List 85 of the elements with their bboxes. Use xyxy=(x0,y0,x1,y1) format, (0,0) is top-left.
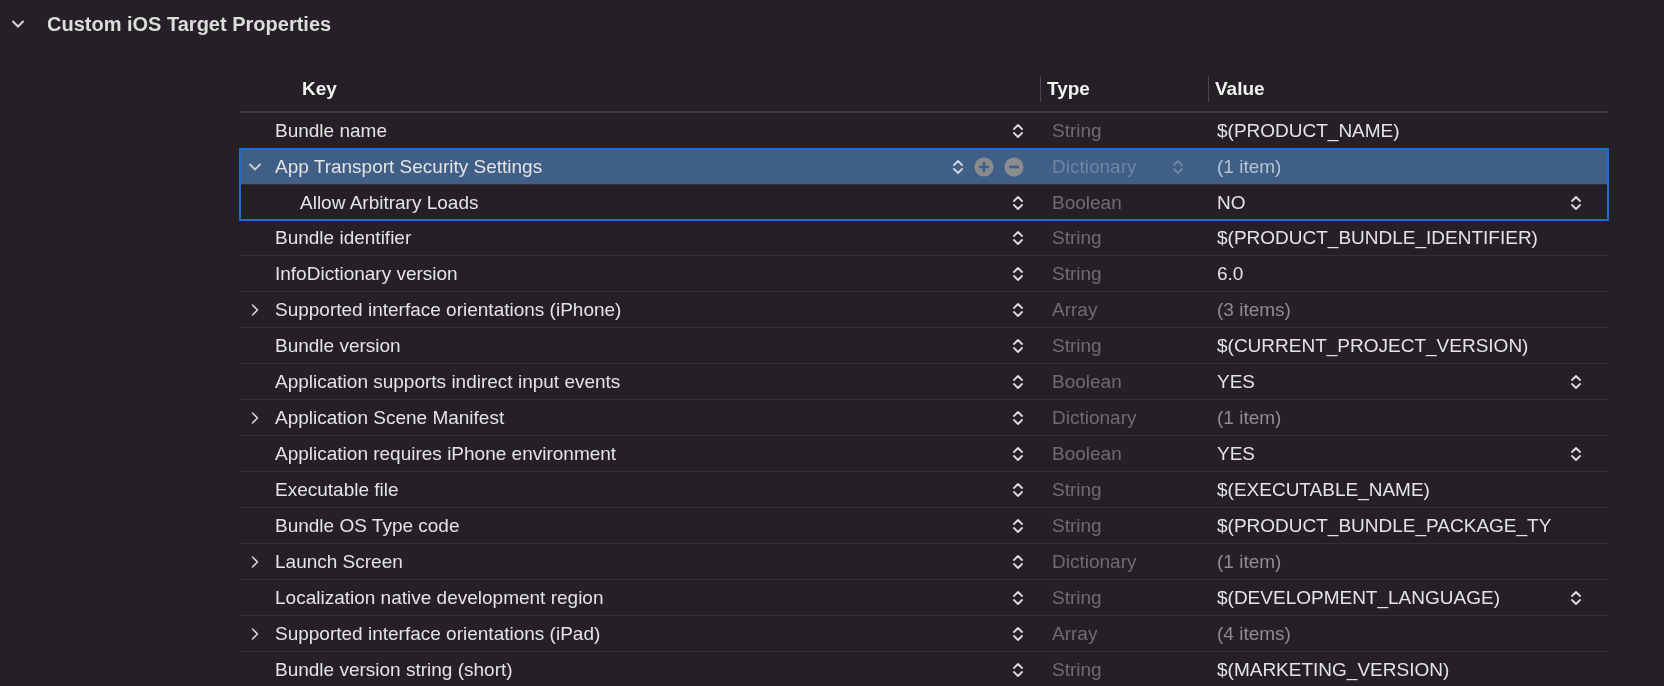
table-row[interactable]: Supported interface orientations (iPad) Array (4 items) xyxy=(240,616,1608,652)
table-row[interactable]: Executable file String $(EXECUTABLE_NAME) xyxy=(240,472,1608,508)
value-popup-icon[interactable] xyxy=(1570,372,1582,391)
key-text: Bundle identifier xyxy=(275,226,413,249)
table-row[interactable]: Bundle identifier String $(PRODUCT_BUNDLE_IDENTIFIER) xyxy=(240,220,1608,256)
table-row[interactable]: Application requires iPhone environment Boolean YES xyxy=(240,436,1608,472)
table-row[interactable]: InfoDictionary version String 6.0 xyxy=(240,256,1608,292)
key-text: Application Scene Manifest xyxy=(275,406,506,429)
value-text: YES xyxy=(1217,442,1256,465)
key-text: Localization native development region xyxy=(275,586,605,609)
key-text: InfoDictionary version xyxy=(275,262,459,285)
type-text: String xyxy=(1052,334,1103,357)
value-text: $(PRODUCT_BUNDLE_IDENTIFIER) xyxy=(1217,226,1538,249)
key-stepper-icon[interactable] xyxy=(1012,444,1024,463)
value-text: (1 item) xyxy=(1217,155,1282,178)
type-text: String xyxy=(1052,478,1103,501)
key-stepper-icon[interactable] xyxy=(1012,121,1024,140)
table-row[interactable]: Bundle OS Type code String $(PRODUCT_BUNDLE_PACKAGE_TY xyxy=(240,508,1608,544)
value-popup-icon[interactable] xyxy=(1570,588,1582,607)
type-text: String xyxy=(1052,658,1103,681)
key-text: Application requires iPhone environment xyxy=(275,442,618,465)
table-row[interactable]: Application supports indirect input events Boolean YES xyxy=(240,364,1608,400)
type-text: Array xyxy=(1052,298,1099,321)
key-text: Executable file xyxy=(275,478,400,501)
type-text: String xyxy=(1052,586,1103,609)
value-text: $(MARKETING_VERSION) xyxy=(1217,658,1450,681)
type-text: String xyxy=(1052,262,1103,285)
type-text: Boolean xyxy=(1052,370,1123,393)
key-stepper-icon[interactable] xyxy=(1012,552,1024,571)
type-text: Dictionary xyxy=(1052,406,1138,429)
table-row[interactable]: Launch Screen Dictionary (1 item) xyxy=(240,544,1608,580)
table-row[interactable]: Bundle version String $(CURRENT_PROJECT_VERSION) xyxy=(240,328,1608,364)
value-text: (4 items) xyxy=(1217,622,1291,645)
key-stepper-icon[interactable] xyxy=(1012,408,1024,427)
type-text: Boolean xyxy=(1052,191,1123,214)
key-text: Supported interface orientations (iPhone) xyxy=(275,298,623,321)
value-text: $(EXECUTABLE_NAME) xyxy=(1217,478,1430,501)
value-text: $(CURRENT_PROJECT_VERSION) xyxy=(1217,334,1529,357)
key-text: Supported interface orientations (iPad) xyxy=(275,622,602,645)
key-stepper-icon[interactable] xyxy=(1012,228,1024,247)
type-text: Boolean xyxy=(1052,442,1123,465)
key-text: Bundle name xyxy=(275,119,388,142)
table-row[interactable]: Bundle version string (short) String $(MARKETING_VERSION) xyxy=(240,652,1608,686)
key-text: Application supports indirect input events xyxy=(275,370,622,393)
table-row[interactable]: Allow Arbitrary Loads Boolean NO xyxy=(240,185,1608,220)
value-text: YES xyxy=(1217,370,1256,393)
key-stepper-icon[interactable] xyxy=(1012,372,1024,391)
key-stepper-icon[interactable] xyxy=(1012,516,1024,535)
table-row[interactable]: Application Scene Manifest Dictionary (1 item) xyxy=(240,400,1608,436)
key-stepper-icon[interactable] xyxy=(1012,480,1024,499)
value-text: (3 items) xyxy=(1217,298,1291,321)
key-text: Bundle OS Type code xyxy=(275,514,461,537)
type-text: String xyxy=(1052,226,1103,249)
table-row[interactable]: Localization native development region String $(DEVELOPMENT_LANGUAGE) xyxy=(240,580,1608,616)
key-stepper-icon[interactable] xyxy=(1012,300,1024,319)
key-text: Launch Screen xyxy=(275,550,404,573)
key-stepper-icon[interactable] xyxy=(1012,660,1024,679)
key-text: App Transport Security Settings xyxy=(275,155,544,178)
table-row[interactable]: Bundle name String $(PRODUCT_NAME) xyxy=(240,113,1608,149)
key-text: Bundle version string (short) xyxy=(275,658,514,681)
column-header[interactable]: Value xyxy=(1215,77,1265,100)
section-title: Custom iOS Target Properties xyxy=(47,12,332,36)
key-stepper-icon[interactable] xyxy=(1012,336,1024,355)
key-text: Allow Arbitrary Loads xyxy=(300,191,480,214)
value-popup-icon[interactable] xyxy=(1570,193,1582,212)
column-header[interactable]: Type xyxy=(1047,77,1090,100)
value-text: $(PRODUCT_BUNDLE_PACKAGE_TY xyxy=(1217,514,1552,537)
type-text: Array xyxy=(1052,622,1099,645)
value-text: 6.0 xyxy=(1217,262,1244,285)
value-popup-icon[interactable] xyxy=(1570,444,1582,463)
type-text: Dictionary xyxy=(1052,550,1138,573)
key-stepper-icon[interactable] xyxy=(1012,624,1024,643)
value-text: (1 item) xyxy=(1217,406,1282,429)
key-stepper-icon[interactable] xyxy=(1012,193,1024,212)
key-stepper-icon[interactable] xyxy=(1012,588,1024,607)
value-text: (1 item) xyxy=(1217,550,1282,573)
key-text: Bundle version xyxy=(275,334,402,357)
value-text: $(DEVELOPMENT_LANGUAGE) xyxy=(1217,586,1500,609)
column-header[interactable]: Key xyxy=(302,77,337,99)
value-text: NO xyxy=(1217,191,1246,214)
type-text: String xyxy=(1052,514,1103,537)
table-row[interactable]: Supported interface orientations (iPhone) Array (3 items) xyxy=(240,292,1608,328)
type-text: String xyxy=(1052,119,1103,142)
value-text: $(PRODUCT_NAME) xyxy=(1217,119,1400,142)
key-stepper-icon[interactable] xyxy=(1012,264,1024,283)
